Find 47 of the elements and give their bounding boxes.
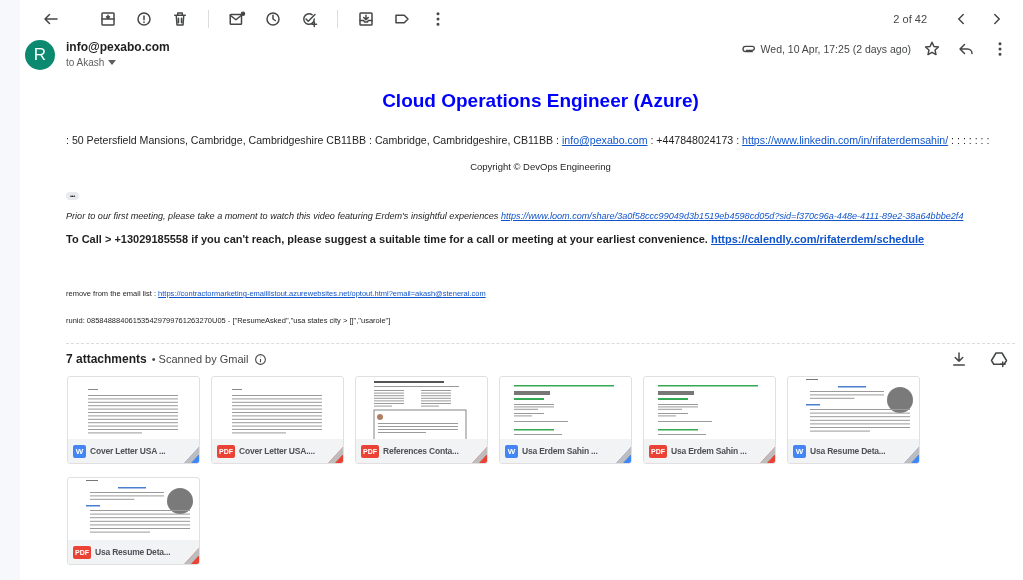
- attachment-name: Usa Erdem Sahin ...: [671, 446, 747, 456]
- page-fold-icon: [903, 447, 919, 463]
- attachment-name: Cover Letter USA....: [239, 446, 315, 456]
- attachment-name: Cover Letter USA ...: [90, 446, 166, 456]
- pager-text: 2 of 42: [893, 13, 927, 25]
- attachment-name: Usa Resume Deta...: [95, 547, 171, 557]
- attachment-card[interactable]: W Cover Letter USA ...: [67, 376, 200, 464]
- file-type-badge: W: [505, 444, 518, 458]
- sender-avatar: R: [25, 40, 55, 70]
- attachment-name: Usa Resume Deta...: [810, 446, 886, 456]
- recipient-text: to Akash: [66, 57, 105, 68]
- attachment-card[interactable]: W Usa Resume Deta...: [787, 376, 920, 464]
- clock-icon[interactable]: [264, 10, 282, 28]
- sender-email: info@pexabo.com: [66, 40, 171, 54]
- link[interactable]: https://www.loom.com/share/3a0f58ccc99049d3b1519eb4598cd05d?sid=f370c96a-448e-4111-89e2-38a64bbbe2f4: [500, 211, 964, 221]
- download-icon[interactable]: [950, 350, 968, 368]
- call-note: To Call > +13029185558 if you can't reach, please suggest a suitable time for a call or meeting at your earliest convenience. https://calendly.com/rifaterdem/schedule: [66, 233, 926, 245]
- page-fold-icon: [327, 447, 343, 463]
- link[interactable]: https://calendly.com/rifaterdem/schedule: [710, 233, 925, 245]
- add-task-icon[interactable]: [300, 10, 318, 28]
- file-type-badge: W: [793, 444, 806, 458]
- attachment-name: References Conta...: [383, 446, 459, 456]
- file-type-badge: W: [73, 444, 86, 458]
- dropdown-icon[interactable]: [108, 60, 117, 65]
- link[interactable]: https://www.linkedin.com/in/rifaterdemsahin/: [742, 134, 949, 146]
- attachment-card[interactable]: W Usa Erdem Sahin ...: [499, 376, 632, 464]
- page-fold-icon: [615, 447, 631, 463]
- attachment-name: Usa Erdem Sahin ...: [522, 446, 598, 456]
- link[interactable]: info@pexabo.com: [562, 134, 648, 146]
- page-fold-icon: [759, 447, 775, 463]
- attachments-count: 7 attachments: [66, 352, 147, 366]
- info-icon[interactable]: [253, 352, 267, 366]
- page-fold-icon: [471, 447, 487, 463]
- report-icon[interactable]: [135, 10, 153, 28]
- move-to-icon[interactable]: [357, 10, 375, 28]
- star-icon[interactable]: [923, 40, 941, 58]
- page-fold-icon: [183, 447, 199, 463]
- archive-icon[interactable]: [99, 10, 117, 28]
- video-note: Prior to our first meeting, please take a moment to watch this video featuring Erdem's insightful experiences https://www.loom.com/share/3a0f58ccc99049d3b1519eb4598cd05d?sid=f370c96a-448e-4111-89e2-38a64bbbe2f4: [66, 211, 965, 221]
- email-title: Cloud Operations Engineer (Azure): [381, 90, 700, 112]
- scanned-label: • Scanned by Gmail: [151, 353, 249, 365]
- mark-unread-icon[interactable]: [228, 10, 246, 28]
- date-text: Wed, 10 Apr, 17:25 (2 days ago): [760, 43, 911, 55]
- page-fold-icon: [183, 548, 199, 564]
- contact-line: : 50 Petersfield Mansions, Cambridge, Cambridgeshire CB11BB : Cambridge, Cambridgeshire, CB11BB : info@pexabo.com : +447848024173 : https://www.linkedin.com/in/rifaterdemsahin/ : : : : : : :: [66, 134, 991, 146]
- copyright-text: Copyright © DevOps Engineering: [469, 161, 612, 172]
- trash-icon[interactable]: [171, 10, 189, 28]
